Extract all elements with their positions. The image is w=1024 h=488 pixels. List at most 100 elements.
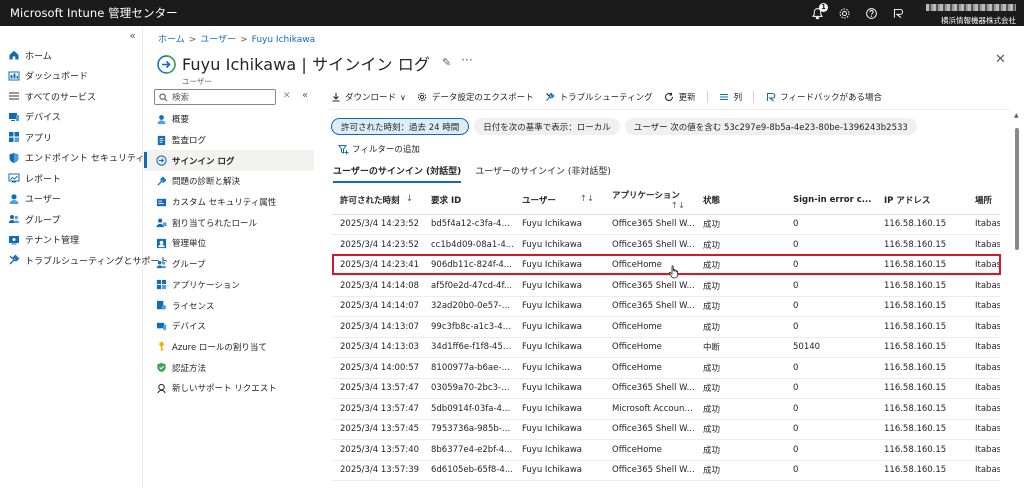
- clear-search-icon[interactable]: ✕: [283, 91, 291, 101]
- table-row[interactable]: 2025/3/4 13:57:45 7953736a-985b-4... Fuyu …: [332, 419, 1000, 440]
- scroll-up-icon[interactable]: ▲: [1014, 112, 1019, 119]
- filter-user-pill[interactable]: ユーザー 次の値を含む 53c297e9-8b5a-4e23-80be-1396…: [624, 118, 917, 135]
- feedback-button[interactable]: フィードバックがある場合: [765, 91, 882, 103]
- cell-ip-address: 116.58.160.15: [876, 337, 967, 358]
- breadcrumb-users[interactable]: ユーザー: [200, 35, 236, 45]
- menu-item-diagnose[interactable]: 問題の診断と解決: [144, 171, 314, 192]
- menu-item-licenses[interactable]: ライセンス: [144, 295, 314, 316]
- col-header-ip-address[interactable]: IP アドレス: [876, 186, 967, 215]
- vertical-scrollbar[interactable]: ▲: [1013, 112, 1021, 488]
- add-filter-button[interactable]: フィルターの追加: [338, 143, 420, 155]
- close-icon[interactable]: ✕: [995, 52, 1006, 67]
- nav-item-endpoint-security[interactable]: エンドポイント セキュリティ: [0, 148, 144, 169]
- menu-item-custom-security-attributes[interactable]: カスタム セキュリティ属性: [144, 192, 314, 213]
- menu-item-applications[interactable]: アプリケーション: [144, 275, 314, 296]
- columns-button[interactable]: 列: [719, 91, 742, 103]
- gear-icon[interactable]: [836, 5, 852, 21]
- cell-time: 2025/3/4 14:13:07: [332, 316, 423, 338]
- filter-date-basis-pill[interactable]: 日付を次の基準で表示：ローカル: [474, 118, 620, 135]
- menu-item-label: 監査ログ: [172, 136, 207, 147]
- feedback-icon[interactable]: [890, 5, 906, 21]
- menu-item-auth-methods[interactable]: 認証方法: [144, 357, 314, 378]
- table-row[interactable]: 2025/3/4 14:00:57 8100977a-b6ae-4... Fuyu …: [332, 357, 1000, 379]
- menu-search-input[interactable]: 検索: [154, 89, 276, 105]
- table-row[interactable]: 2025/3/4 14:14:08 af5f0e2d-47cd-4f... Fuyu…: [332, 275, 1000, 297]
- table-row[interactable]: 2025/3/4 14:23:41 906db11c-824f-4... Fuyu …: [332, 255, 1000, 276]
- search-icon: [159, 92, 168, 101]
- help-icon[interactable]: [863, 5, 879, 21]
- portal-brand[interactable]: Microsoft Intune 管理センター: [0, 5, 178, 21]
- menu-item-assigned-roles[interactable]: 割り当てられたロール: [144, 212, 314, 233]
- account-name-redacted: [926, 4, 1016, 11]
- col-header-status[interactable]: 状態: [695, 186, 785, 215]
- nav-item-all-services[interactable]: すべてのサービス: [0, 86, 142, 107]
- tab-non-interactive[interactable]: ユーザーのサインイン (非対話型): [475, 164, 611, 183]
- toolbar-divider: [706, 91, 708, 103]
- account-info[interactable]: 横浜情報機器株式会社: [920, 3, 1016, 26]
- nav-item-troubleshooting-support[interactable]: トラブルシューティングとサポート: [0, 250, 168, 271]
- menu-item-new-support-request[interactable]: 新しいサポート リクエスト: [144, 378, 314, 399]
- menu-item-sign-in-logs[interactable]: サインイン ログ: [144, 150, 314, 172]
- col-header-request-id[interactable]: 要求 ID: [423, 186, 514, 215]
- col-header-location[interactable]: 場所: [967, 186, 1000, 215]
- table-row[interactable]: 2025/3/4 14:23:52 cc1b4d09-08a1-4... Fuyu …: [332, 234, 1000, 256]
- more-options-icon[interactable]: ···: [461, 53, 472, 67]
- table-row[interactable]: 2025/3/4 13:57:47 5db0914f-03fa-4a... Fuyu…: [332, 398, 1000, 420]
- filter-time-pill[interactable]: 許可された時刻：過去 24 時間: [331, 118, 470, 135]
- menu-item-devices[interactable]: デバイス: [144, 316, 314, 337]
- table-row[interactable]: 2025/3/4 13:57:47 03059a70-2bc3-4... Fuyu …: [332, 378, 1000, 399]
- col-header-time[interactable]: 許可された時刻 ↓: [332, 186, 423, 215]
- cell-application: Microsoft Account...: [604, 398, 695, 420]
- cell-status: 成功: [695, 419, 785, 440]
- table-row[interactable]: 2025/3/4 13:57:40 8b6377e4-e2bf-4... Fuyu …: [332, 439, 1000, 461]
- feedback-label: フィードバックがある場合: [780, 93, 882, 103]
- cell-request-id: 6d6105eb-65f8-4...: [423, 460, 514, 481]
- breadcrumb-user[interactable]: Fuyu Ichikawa: [252, 35, 316, 45]
- table-row[interactable]: 2025/3/4 14:14:07 32ad20b0-0e57-4... Fuyu …: [332, 296, 1000, 317]
- collapse-nav-icon[interactable]: «: [129, 29, 136, 42]
- pin-icon[interactable]: ✎: [442, 56, 451, 69]
- table-row[interactable]: 2025/3/4 14:13:07 99c3fb8c-a1c3-40... Fuyu…: [332, 316, 1000, 338]
- col-header-application[interactable]: アプリケーション ↑↓: [604, 186, 695, 215]
- notifications-icon[interactable]: 1: [809, 3, 828, 21]
- menu-item-admin-units[interactable]: 管理単位: [144, 233, 314, 254]
- nav-item-groups[interactable]: グループ: [0, 209, 142, 230]
- nav-item-tenant-admin[interactable]: テナント管理: [0, 230, 142, 251]
- cell-request-id: 03059a70-2bc3-4...: [423, 378, 514, 399]
- cell-status: 成功: [695, 255, 785, 276]
- menu-item-azure-role-assignments[interactable]: Azure ロールの割り当て: [144, 337, 314, 358]
- cell-user: Fuyu Ichikawa: [514, 214, 604, 235]
- sort-icon[interactable]: ↑↓: [580, 194, 594, 204]
- table-row[interactable]: 2025/3/4 13:57:39 6d6105eb-65f8-4... Fuyu …: [332, 460, 1000, 481]
- menu-item-audit-logs[interactable]: 監査ログ: [144, 130, 314, 151]
- nav-item-devices[interactable]: デバイス: [0, 107, 142, 128]
- cell-application: Office365 Shell W...: [604, 460, 695, 481]
- breadcrumb-home[interactable]: ホーム: [158, 35, 185, 45]
- nav-item-home[interactable]: ホーム: [0, 45, 142, 66]
- download-icon: [330, 92, 341, 103]
- sort-down-icon[interactable]: ↓: [406, 194, 413, 204]
- nav-item-apps[interactable]: アプリ: [0, 127, 142, 148]
- scrollbar-thumb[interactable]: [1015, 128, 1019, 250]
- cell-ip-address: 116.58.160.15: [876, 357, 967, 379]
- nav-item-reports[interactable]: レポート: [0, 168, 142, 189]
- shield-icon: [8, 152, 20, 164]
- table-row[interactable]: 2025/3/4 14:13:03 34d1ff6e-f1f8-45e... Fuy…: [332, 337, 1000, 358]
- notification-count: 1: [819, 3, 828, 12]
- tab-interactive[interactable]: ユーザーのサインイン (対話型): [333, 164, 462, 183]
- col-header-user[interactable]: ユーザー ↑↓: [514, 186, 604, 215]
- sort-icon[interactable]: ↑↓: [671, 201, 685, 211]
- nav-item-dashboard[interactable]: ダッシュボード: [0, 66, 142, 87]
- col-header-sign-in-error[interactable]: Sign-in error c...: [785, 186, 876, 215]
- menu-item-overview[interactable]: 概要: [144, 109, 314, 130]
- troubleshoot-button[interactable]: トラブルシューティング: [545, 91, 653, 103]
- download-button[interactable]: ダウンロード ∨: [330, 91, 406, 103]
- cell-error-code: 0: [785, 296, 876, 317]
- nav-item-users[interactable]: ユーザー: [0, 189, 142, 210]
- menu-item-groups[interactable]: グループ: [144, 254, 314, 275]
- cell-user: Fuyu Ichikawa: [514, 357, 604, 379]
- collapse-menu-icon[interactable]: «: [302, 90, 308, 101]
- table-row[interactable]: 2025/3/4 14:23:52 bd5f4a12-c3fa-46... Fuyu…: [332, 214, 1000, 235]
- export-settings-button[interactable]: データ設定のエクスポート: [417, 91, 534, 103]
- refresh-button[interactable]: 更新: [664, 91, 696, 103]
